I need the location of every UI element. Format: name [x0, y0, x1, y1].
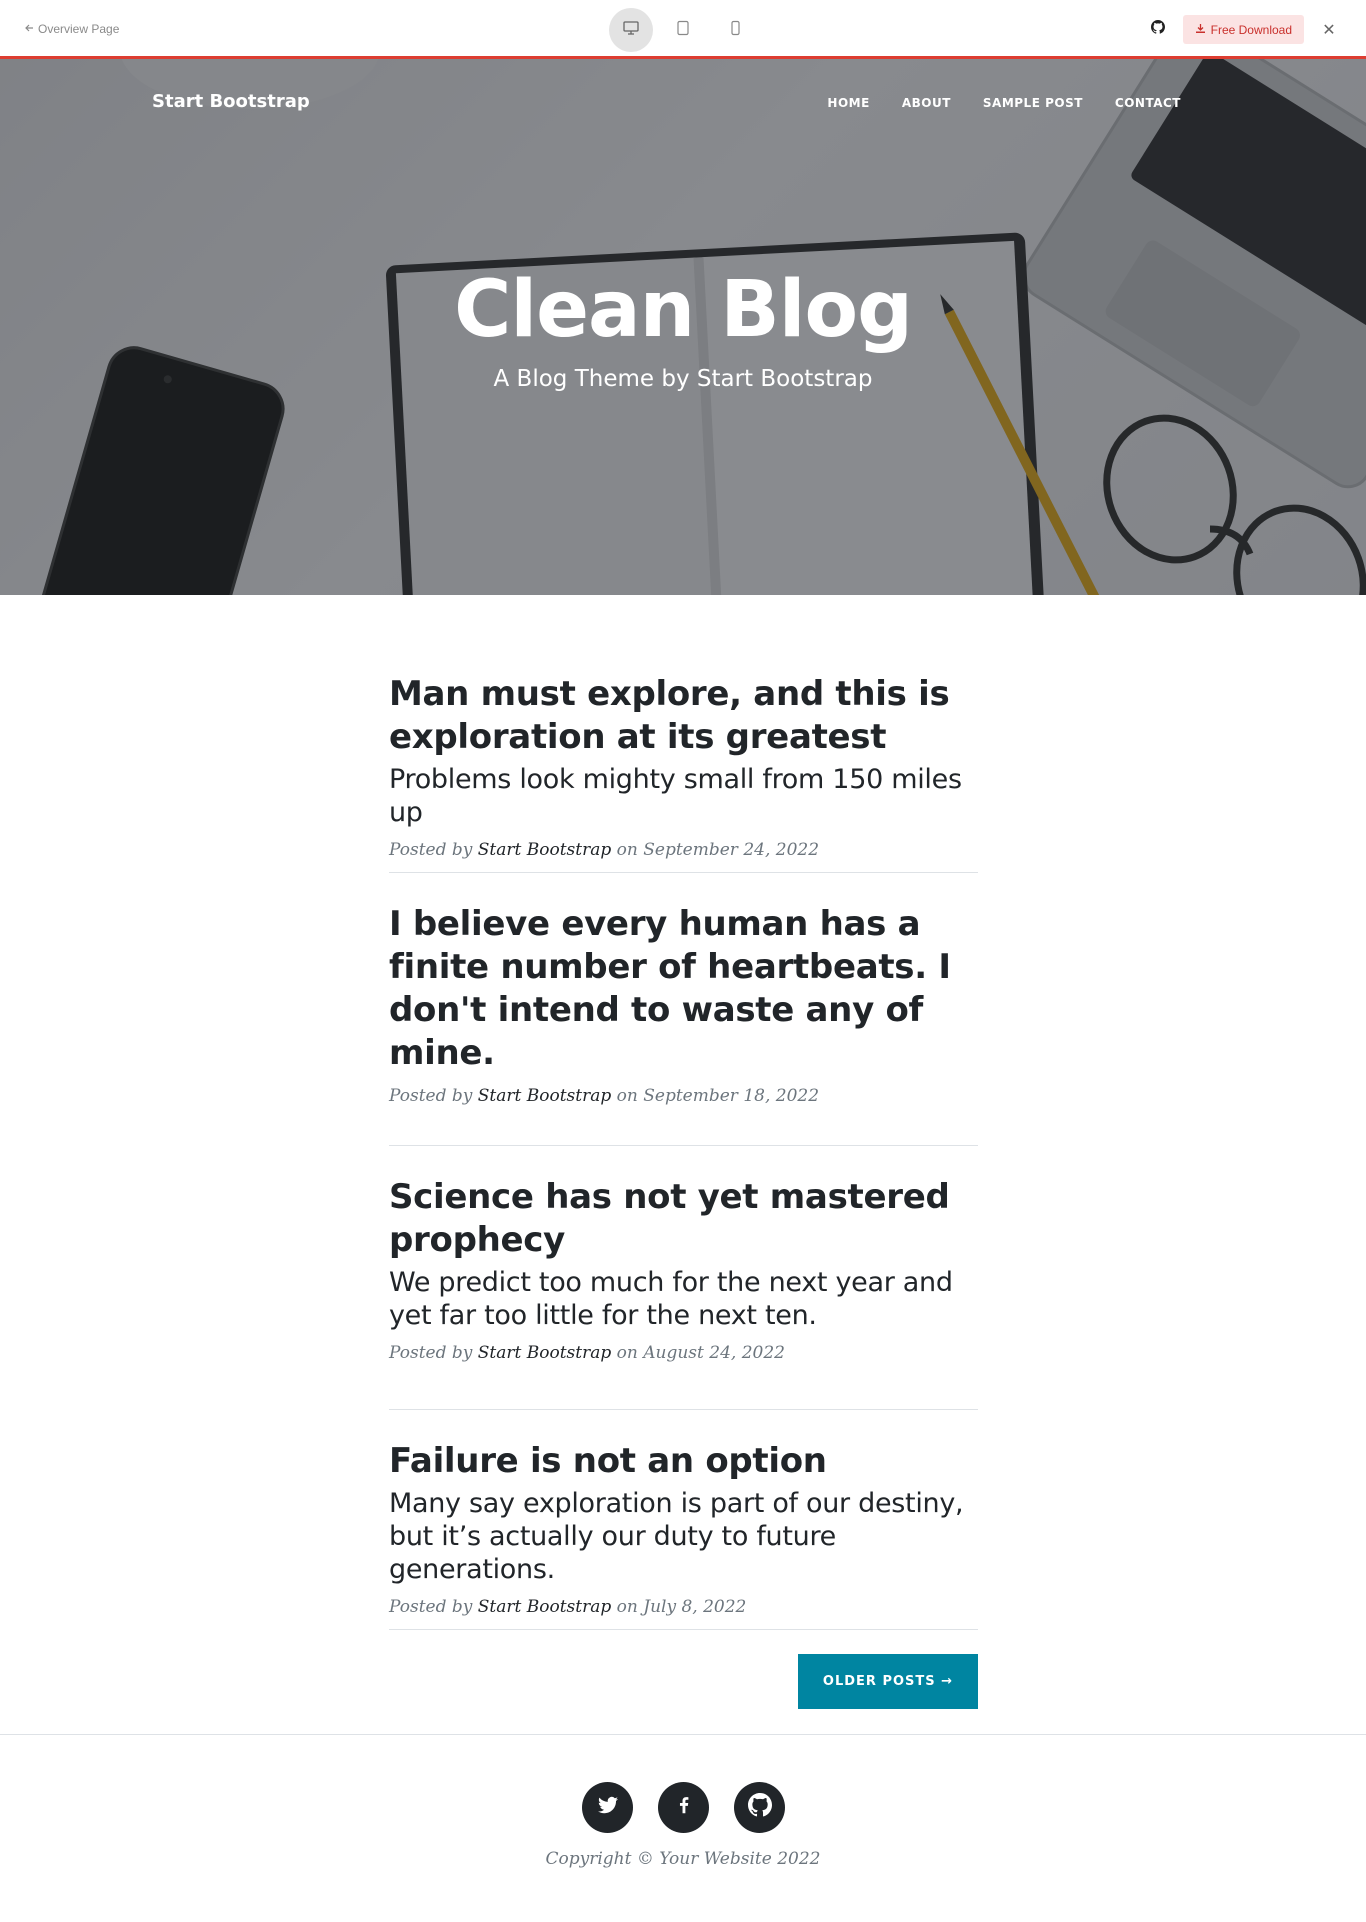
posted-by-label: Posted by	[389, 1086, 473, 1106]
tablet-icon	[676, 20, 690, 41]
close-preview-button[interactable]: ✕	[1318, 20, 1340, 40]
github-icon	[1150, 20, 1165, 39]
post-meta: Posted by Start Bootstrap on September 2…	[389, 840, 978, 860]
post-author-link[interactable]: Start Bootstrap	[478, 840, 611, 860]
post-subtitle[interactable]: Many say exploration is part of our dest…	[389, 1487, 978, 1586]
posted-by-label: Posted by	[389, 1597, 473, 1617]
social-links	[582, 1782, 785, 1833]
post-divider	[389, 872, 978, 873]
desktop-icon	[622, 20, 640, 41]
post-meta: Posted by Start Bootstrap on August 24, …	[389, 1343, 978, 1363]
site-subtitle: A Blog Theme by Start Bootstrap	[493, 366, 873, 392]
post-author-link[interactable]: Start Bootstrap	[478, 1086, 611, 1106]
close-icon: ✕	[1322, 21, 1336, 39]
post-author-link[interactable]: Start Bootstrap	[478, 1597, 611, 1617]
post-subtitle[interactable]: We predict too much for the next year an…	[389, 1266, 978, 1332]
nav-sample-post[interactable]: SAMPLE POST	[983, 96, 1083, 110]
device-switcher	[609, 8, 757, 52]
post-divider	[389, 1409, 978, 1410]
github-icon	[747, 1793, 772, 1822]
post-title[interactable]: I believe every human has a finite numbe…	[389, 903, 978, 1075]
footer-divider	[0, 1734, 1366, 1735]
twitter-icon	[596, 1793, 620, 1822]
phone-view-button[interactable]	[713, 8, 757, 52]
preview-right-tools: Free Download ✕	[1147, 15, 1340, 44]
free-download-label: Free Download	[1210, 22, 1292, 37]
post-preview[interactable]: Man must explore, and this is exploratio…	[389, 673, 978, 860]
overview-page-label: Overview Page	[38, 22, 120, 36]
main-nav: HOME ABOUT SAMPLE POST CONTACT	[827, 96, 1181, 110]
post-date: August 24, 2022	[643, 1343, 785, 1363]
on-label: on	[616, 840, 638, 860]
twitter-link[interactable]	[582, 1782, 633, 1833]
nav-about[interactable]: ABOUT	[902, 96, 951, 110]
post-author-link[interactable]: Start Bootstrap	[478, 1343, 611, 1363]
on-label: on	[616, 1086, 638, 1106]
nav-home[interactable]: HOME	[827, 96, 869, 110]
phone-icon	[729, 20, 741, 41]
posted-by-label: Posted by	[389, 840, 473, 860]
copyright-text: Copyright © Your Website 2022	[545, 1849, 821, 1869]
masthead: Start Bootstrap HOME ABOUT SAMPLE POST C…	[0, 59, 1366, 595]
facebook-icon	[673, 1794, 695, 1821]
post-date: September 18, 2022	[643, 1086, 820, 1106]
navbar-brand[interactable]: Start Bootstrap	[152, 91, 310, 112]
older-posts-button[interactable]: OLDER POSTS →	[798, 1654, 978, 1709]
free-download-button[interactable]: Free Download	[1182, 15, 1304, 44]
post-divider	[389, 1145, 978, 1146]
post-title[interactable]: Science has not yet mastered prophecy	[389, 1176, 978, 1262]
on-label: on	[616, 1597, 638, 1617]
preview-toolbar: Overview Page Free Download ✕	[0, 0, 1366, 59]
post-divider	[389, 1629, 978, 1630]
tablet-view-button[interactable]	[661, 8, 705, 52]
facebook-link[interactable]	[658, 1782, 709, 1833]
post-date: July 8, 2022	[643, 1597, 747, 1617]
desktop-view-button[interactable]	[609, 8, 653, 52]
overview-page-link[interactable]: Overview Page	[24, 22, 119, 36]
post-meta: Posted by Start Bootstrap on September 1…	[389, 1086, 978, 1106]
nav-contact[interactable]: CONTACT	[1115, 96, 1181, 110]
post-meta: Posted by Start Bootstrap on July 8, 202…	[389, 1597, 978, 1617]
posted-by-label: Posted by	[389, 1343, 473, 1363]
github-link[interactable]	[1147, 19, 1169, 41]
arrow-left-icon	[24, 22, 34, 36]
post-subtitle[interactable]: Problems look mighty small from 150 mile…	[389, 763, 978, 829]
post-title[interactable]: Failure is not an option	[389, 1440, 978, 1483]
site-title: Clean Blog	[454, 265, 913, 355]
github-footer-link[interactable]	[734, 1782, 785, 1833]
on-label: on	[616, 1343, 638, 1363]
post-date: September 24, 2022	[643, 840, 820, 860]
post-preview[interactable]: Science has not yet mastered prophecy We…	[389, 1176, 978, 1363]
download-icon	[1195, 23, 1206, 37]
post-preview[interactable]: Failure is not an option Many say explor…	[389, 1440, 978, 1617]
post-preview[interactable]: I believe every human has a finite numbe…	[389, 903, 978, 1106]
post-title[interactable]: Man must explore, and this is exploratio…	[389, 673, 978, 759]
